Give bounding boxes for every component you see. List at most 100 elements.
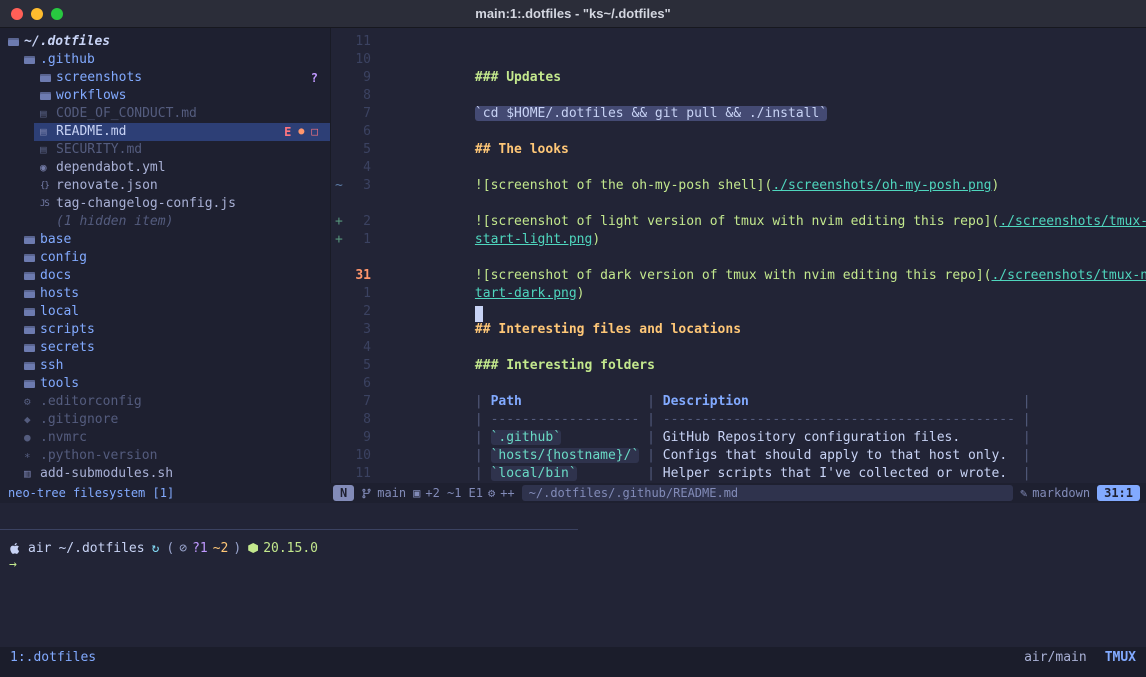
tree-item[interactable]: ▤ SECURITY.md <box>0 141 330 159</box>
git-branch-icon <box>361 488 372 499</box>
git-sign: ~ <box>331 177 345 195</box>
folder-icon <box>24 380 40 388</box>
zoom-button[interactable] <box>51 8 63 20</box>
editor-line[interactable]: 2 <box>331 303 1146 321</box>
tree-item-label: scripts <box>40 321 95 339</box>
close-button[interactable] <box>11 8 23 20</box>
editor-line[interactable]: 10 <box>331 51 1146 69</box>
git-sign <box>331 285 345 303</box>
tree-item[interactable]: ▤ README.md E●□ <box>0 123 330 141</box>
editor-buffer[interactable]: 11 ### Updates 10 9 <box>331 28 1146 483</box>
apple-icon <box>9 542 21 555</box>
editor-line[interactable]: 10 | `scripts` | Setup scripts. | <box>331 447 1146 465</box>
tree-item[interactable]: ◉ dependabot.yml <box>0 159 330 177</box>
tree-item[interactable]: screenshots ? <box>0 69 330 87</box>
editor-line[interactable]: 11 ### Updates <box>331 33 1146 51</box>
tree-item[interactable]: workflows <box>0 87 330 105</box>
line-text <box>371 267 491 285</box>
tree-item[interactable]: config <box>0 249 330 267</box>
line-text <box>371 123 491 141</box>
editor-line[interactable]: 7 | `.github` | GitHub Repository config… <box>331 393 1146 411</box>
mode-indicator: N <box>333 485 354 501</box>
line-text: | `hosts/{hostname}/` | Configs that sho… <box>371 411 1031 429</box>
text-segment: `local/bin` <box>491 466 577 481</box>
tree-item[interactable]: ▥ add-submodules.sh <box>0 465 330 483</box>
git-open-paren: ( <box>166 541 174 556</box>
folder-icon <box>24 272 40 280</box>
editor-line[interactable]: 4 <box>331 339 1146 357</box>
diagnostics-group: E1 ⚙ ++ <box>469 486 515 500</box>
tree-item[interactable]: JS tag-changelog-config.js <box>0 195 330 213</box>
tree-item[interactable]: tools <box>0 375 330 393</box>
line-number: 7 <box>345 105 371 123</box>
titlebar: main:1:.dotfiles - "ks~/.dotfiles" <box>0 0 1146 28</box>
git-sign <box>331 339 345 357</box>
traffic-lights <box>0 8 63 20</box>
prompt-arrow[interactable]: → <box>9 557 17 572</box>
line-text: ### Interesting folders <box>371 321 655 339</box>
tree-item[interactable]: ssh <box>0 357 330 375</box>
git-sign <box>331 303 345 321</box>
folder-icon <box>40 92 56 100</box>
line-text <box>371 339 491 357</box>
git-sign <box>331 429 345 447</box>
tree-item[interactable]: ▤ CODE_OF_CONDUCT.md <box>0 105 330 123</box>
line-number: 8 <box>345 87 371 105</box>
tree-item-label: config <box>40 249 87 267</box>
tmux-window-item[interactable]: 1:.dotfiles <box>10 650 96 665</box>
tree-item[interactable]: base <box>0 231 330 249</box>
tmux-session: ~/.dotfiles .github screenshots <box>0 28 1146 677</box>
shell-pane[interactable]: air ~/.dotfiles ↻ (⊘ ?1 ~2) 20.15.0 → <box>0 503 1146 647</box>
tmux-pane-border[interactable] <box>0 529 578 530</box>
minimize-button[interactable] <box>31 8 43 20</box>
git-sign <box>331 195 345 213</box>
editor-line[interactable]: tart-dark.png) <box>331 249 1146 267</box>
editor-line[interactable]: 9 | `local/bin` | Helper scripts that I'… <box>331 429 1146 447</box>
folder-icon <box>24 344 40 352</box>
tree-item-label: .python-version <box>40 447 157 465</box>
editor-line[interactable]: ~ 3 ![screenshot of light version of tmu… <box>331 177 1146 195</box>
tree-item[interactable]: ◆ .gitignore <box>0 411 330 429</box>
tree-item[interactable]: .github <box>0 51 330 69</box>
tree-item[interactable]: ⚙ .editorconfig <box>0 393 330 411</box>
sync-icon: ↻ <box>152 541 160 556</box>
tree-item[interactable]: (1 hidden item) <box>0 213 330 231</box>
line-text: | `local/bin` | Helper scripts that I've… <box>371 429 1031 447</box>
editor-line[interactable]: 6 <box>331 123 1146 141</box>
git-status-badge: ● <box>298 123 304 141</box>
tree-item[interactable]: ∗ .python-version <box>0 447 330 465</box>
tmux-right: air/main TMUX <box>1024 650 1136 665</box>
editor-line[interactable]: 8 | `hosts/{hostname}/` | Configs that s… <box>331 411 1146 429</box>
branch-name: main <box>377 486 406 500</box>
editor-line[interactable]: 8 <box>331 87 1146 105</box>
git-untracked-count: ?1 <box>192 541 208 556</box>
shell-prompt[interactable]: air ~/.dotfiles ↻ (⊘ ?1 ~2) 20.15.0 <box>9 539 318 557</box>
editor-line[interactable]: 1 ## Interesting files and locations <box>331 285 1146 303</box>
tree-item[interactable]: secrets <box>0 339 330 357</box>
git-sign <box>331 267 345 285</box>
git-icon: ◆ <box>24 411 40 429</box>
editor-line[interactable]: 4 <box>331 159 1146 177</box>
tree-item[interactable]: ~/.dotfiles <box>0 33 330 51</box>
tree-item[interactable]: {} renovate.json <box>0 177 330 195</box>
diagnostics-count: E1 <box>469 486 483 500</box>
line-text: tart-dark.png) <box>371 249 585 267</box>
tree-item-label: ~/.dotfiles <box>24 33 110 51</box>
tree-item-label: README.md <box>56 123 126 141</box>
line-number: 1 <box>345 231 371 249</box>
tree-item[interactable]: ● .nvmrc <box>0 429 330 447</box>
prompt-host: air <box>28 541 51 556</box>
tree-item[interactable]: scripts <box>0 321 330 339</box>
git-status-badge: □ <box>311 123 318 141</box>
editor-line[interactable]: + 1 ![screenshot of dark version of tmux… <box>331 231 1146 249</box>
git-sign <box>331 69 345 87</box>
editor-line[interactable]: 6 | ------------------- | --------------… <box>331 375 1146 393</box>
folder-icon <box>24 236 40 244</box>
editor-line[interactable]: start-light.png) <box>331 195 1146 213</box>
tree-item[interactable]: hosts <box>0 285 330 303</box>
tree-item[interactable]: docs <box>0 267 330 285</box>
editor-line[interactable]: 5 ![screenshot of the oh-my-posh shell](… <box>331 141 1146 159</box>
tree-item[interactable]: local <box>0 303 330 321</box>
editor-line[interactable]: 9 `cd $HOME/.dotfiles && git pull && ./i… <box>331 69 1146 87</box>
editor-line[interactable]: 5 | Path | Description | <box>331 357 1146 375</box>
